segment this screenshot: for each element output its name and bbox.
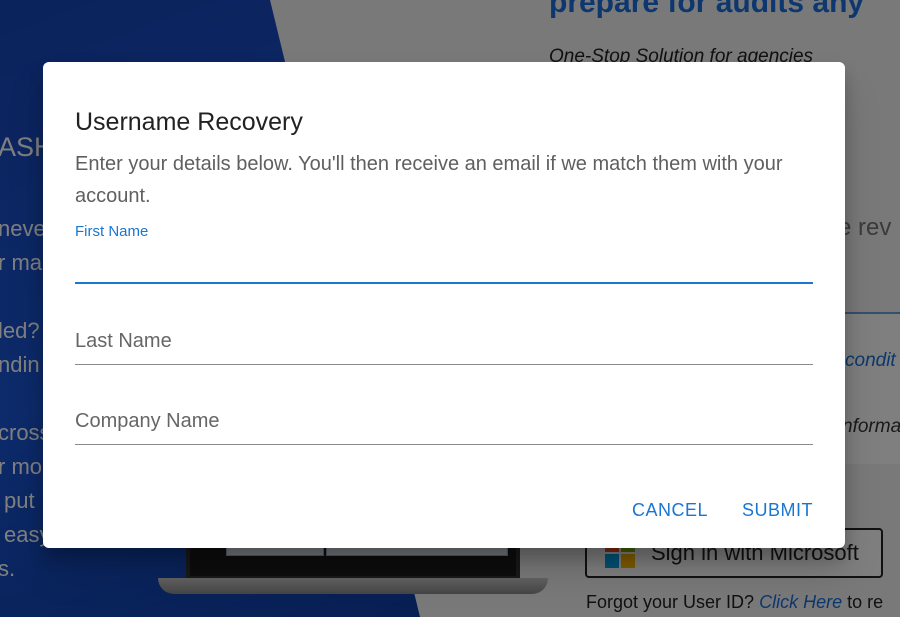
first-name-input[interactable]: [75, 250, 813, 280]
dialog-description: Enter your details below. You'll then re…: [75, 153, 783, 207]
dialog-title: Username Recovery: [75, 107, 303, 136]
company-name-underline: [75, 444, 813, 445]
company-name-input[interactable]: [75, 408, 813, 438]
cancel-button[interactable]: CANCEL: [622, 492, 718, 529]
company-name-field[interactable]: Company Name: [75, 404, 813, 448]
first-name-underline: [75, 282, 813, 284]
dialog-actions: CANCEL SUBMIT: [622, 492, 823, 529]
submit-button[interactable]: SUBMIT: [732, 492, 823, 529]
first-name-field[interactable]: First Name: [75, 220, 813, 286]
username-recovery-dialog: Username Recovery Enter your details bel…: [43, 62, 845, 548]
last-name-field[interactable]: Last Name: [75, 324, 813, 368]
first-name-label: First Name: [75, 223, 149, 240]
last-name-input[interactable]: [75, 328, 813, 358]
last-name-underline: [75, 364, 813, 365]
